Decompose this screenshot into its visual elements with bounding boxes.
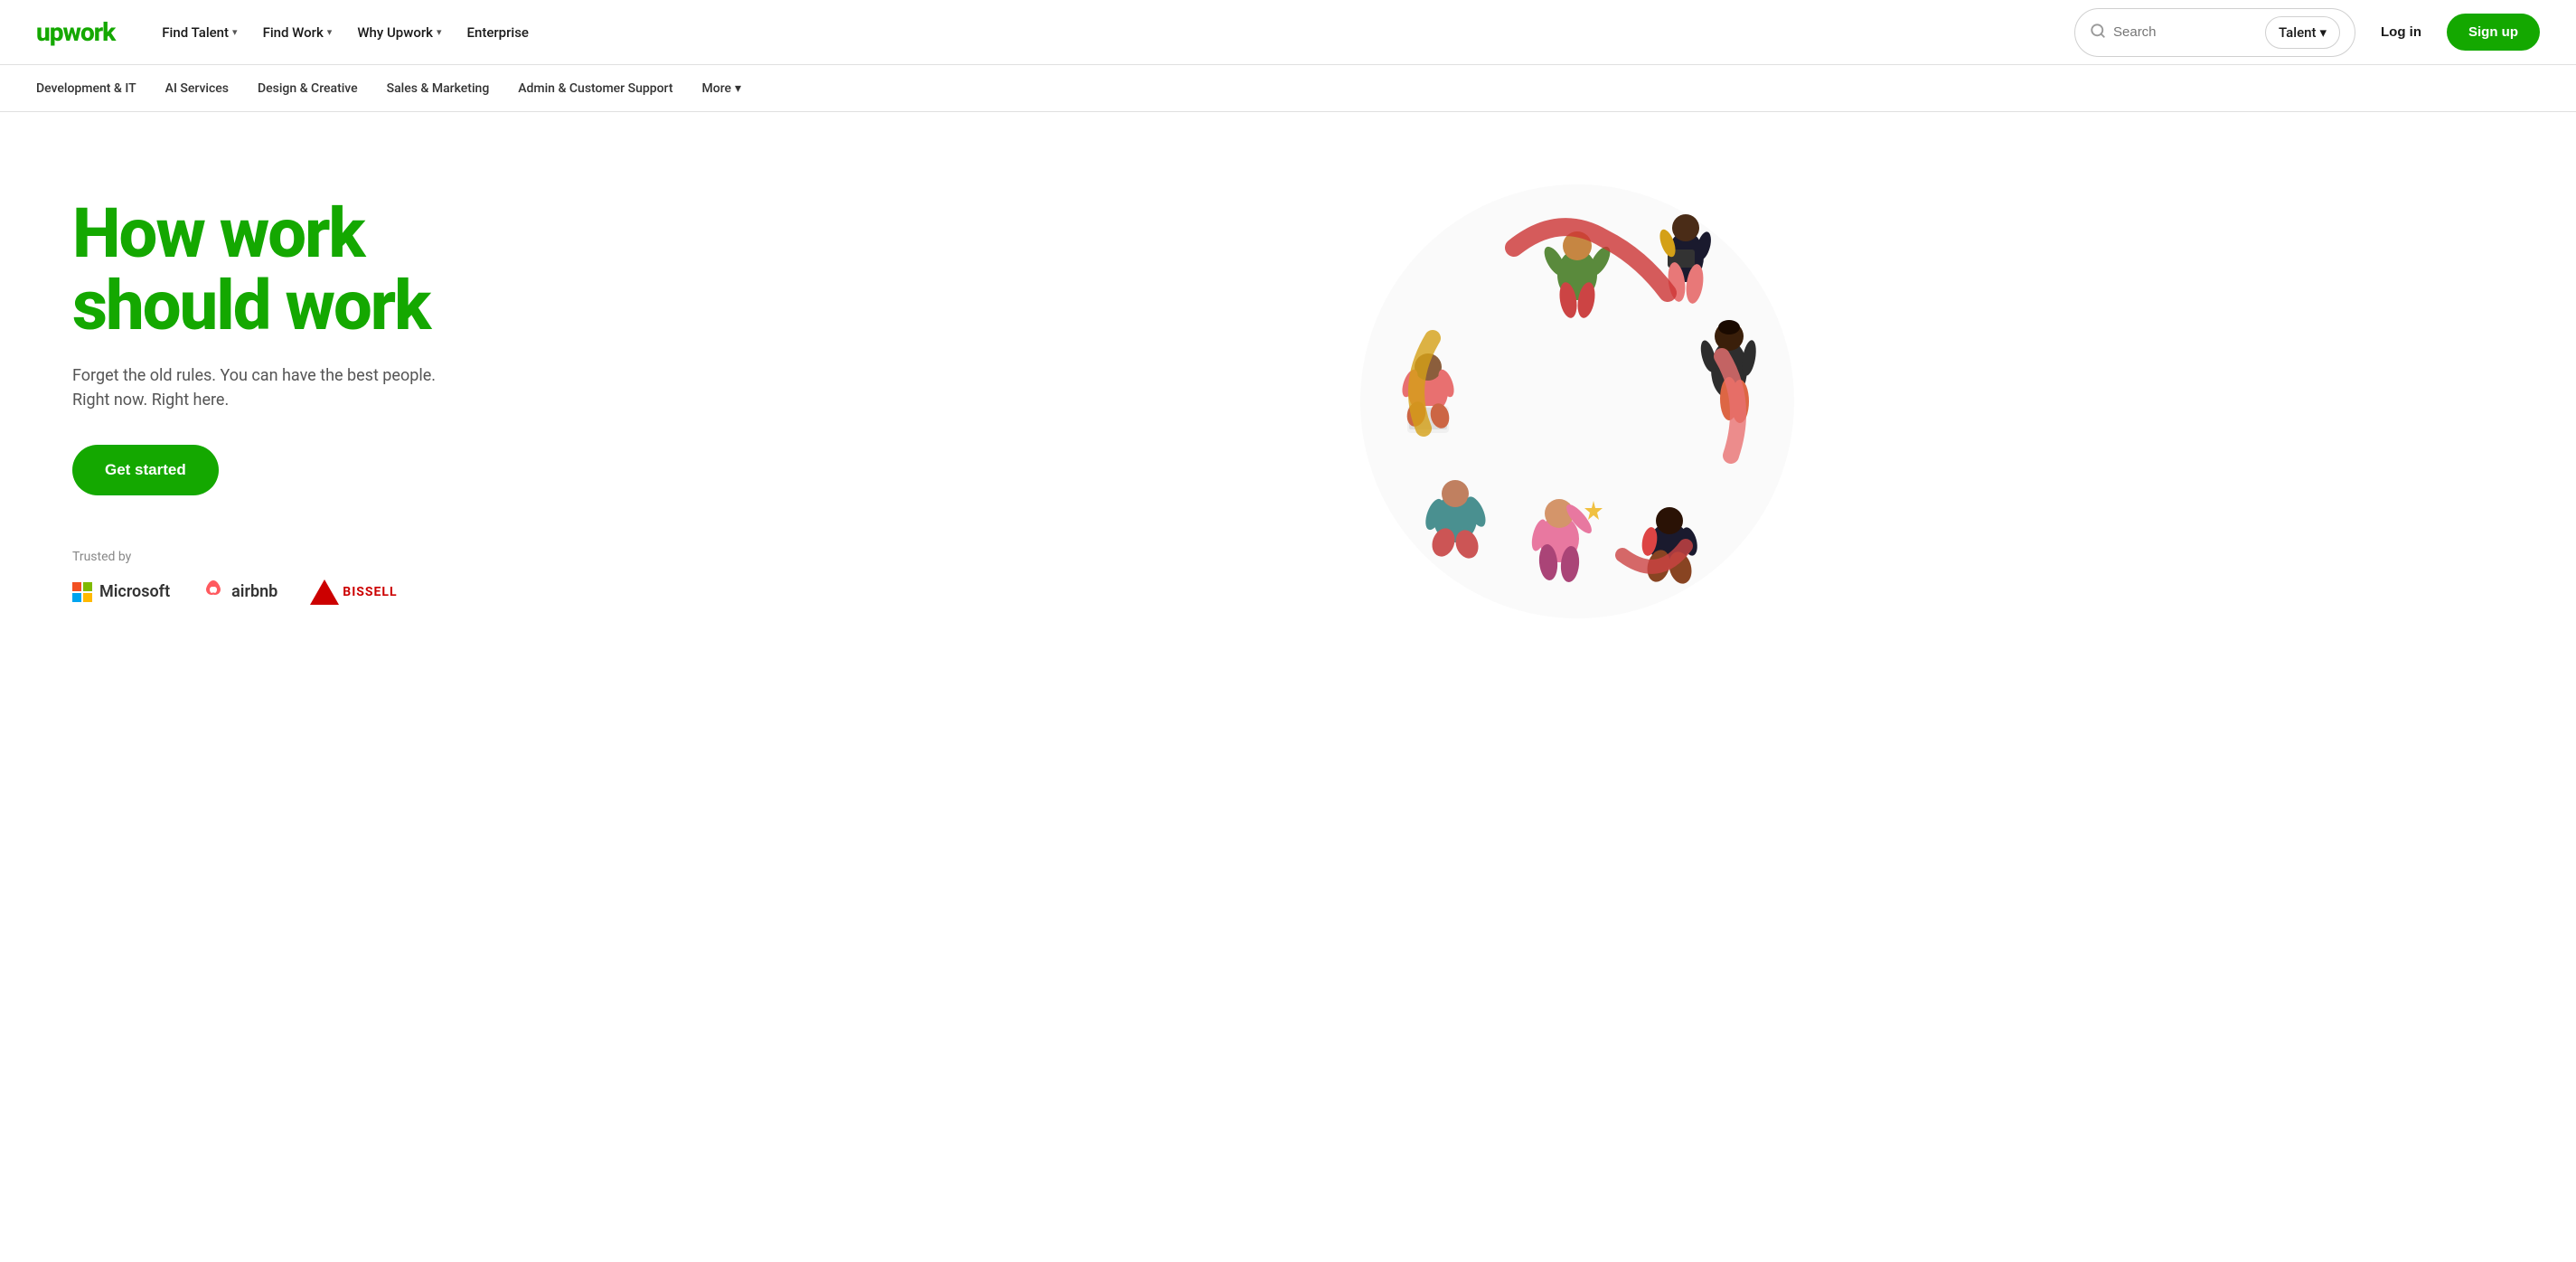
header-right: Talent ▾ Log in Sign up bbox=[2074, 8, 2540, 57]
trusted-logos: Microsoft airbnb BISSELL bbox=[72, 579, 615, 605]
secondary-nav-ai-services[interactable]: AI Services bbox=[165, 78, 229, 99]
get-started-button[interactable]: Get started bbox=[72, 445, 219, 495]
hero-illustration bbox=[615, 166, 2540, 636]
bissell-logo: BISSELL bbox=[310, 579, 397, 605]
logo-text: upwork bbox=[36, 17, 115, 47]
nav-item-why-upwork[interactable]: Why Upwork ▾ bbox=[346, 17, 452, 48]
microsoft-logo: Microsoft bbox=[72, 582, 170, 602]
chevron-down-icon: ▾ bbox=[735, 81, 741, 96]
hero-subtitle: Forget the old rules. You can have the b… bbox=[72, 363, 615, 412]
login-button[interactable]: Log in bbox=[2370, 17, 2432, 47]
secondary-nav-more[interactable]: More ▾ bbox=[702, 81, 742, 96]
main-nav: Find Talent ▾ Find Work ▾ Why Upwork ▾ E… bbox=[151, 17, 540, 48]
secondary-nav: Development & IT AI Services Design & Cr… bbox=[0, 65, 2576, 112]
chevron-down-icon: ▾ bbox=[437, 26, 442, 38]
talent-filter-dropdown[interactable]: Talent ▾ bbox=[2265, 16, 2340, 49]
chevron-down-icon: ▾ bbox=[232, 26, 238, 38]
main-header: upwork Find Talent ▾ Find Work ▾ Why Upw… bbox=[0, 0, 2576, 65]
hero-content: How work should work Forget the old rule… bbox=[72, 198, 615, 606]
search-input[interactable] bbox=[2113, 24, 2258, 40]
nav-item-find-talent[interactable]: Find Talent ▾ bbox=[151, 17, 248, 48]
search-icon bbox=[2090, 23, 2106, 42]
trusted-section: Trusted by Microsoft bbox=[72, 550, 615, 605]
hero-title: How work should work bbox=[72, 198, 615, 343]
chevron-down-icon: ▾ bbox=[327, 26, 333, 38]
signup-button[interactable]: Sign up bbox=[2447, 14, 2540, 51]
airbnb-icon bbox=[202, 579, 224, 605]
chevron-down-icon: ▾ bbox=[2319, 24, 2327, 41]
secondary-nav-sales-marketing[interactable]: Sales & Marketing bbox=[387, 78, 490, 99]
secondary-nav-design-creative[interactable]: Design & Creative bbox=[258, 78, 358, 99]
nav-item-enterprise[interactable]: Enterprise bbox=[456, 17, 540, 48]
illustration-svg bbox=[1351, 175, 1803, 627]
nav-link-find-work[interactable]: Find Work ▾ bbox=[252, 17, 343, 48]
nav-link-enterprise[interactable]: Enterprise bbox=[456, 17, 540, 48]
people-illustration bbox=[1351, 175, 1803, 627]
logo[interactable]: upwork bbox=[36, 17, 115, 47]
secondary-nav-dev-it[interactable]: Development & IT bbox=[36, 78, 136, 99]
microsoft-icon bbox=[72, 582, 92, 602]
hero-section: How work should work Forget the old rule… bbox=[0, 112, 2576, 691]
bissell-icon bbox=[310, 579, 339, 605]
secondary-nav-admin-support[interactable]: Admin & Customer Support bbox=[518, 78, 672, 99]
nav-link-why-upwork[interactable]: Why Upwork ▾ bbox=[346, 17, 452, 48]
nav-item-find-work[interactable]: Find Work ▾ bbox=[252, 17, 343, 48]
airbnb-logo: airbnb bbox=[202, 579, 277, 605]
nav-link-find-talent[interactable]: Find Talent ▾ bbox=[151, 17, 248, 48]
trusted-label: Trusted by bbox=[72, 550, 615, 564]
search-bar[interactable]: Talent ▾ bbox=[2074, 8, 2355, 57]
nav-links: Find Talent ▾ Find Work ▾ Why Upwork ▾ E… bbox=[151, 17, 540, 48]
